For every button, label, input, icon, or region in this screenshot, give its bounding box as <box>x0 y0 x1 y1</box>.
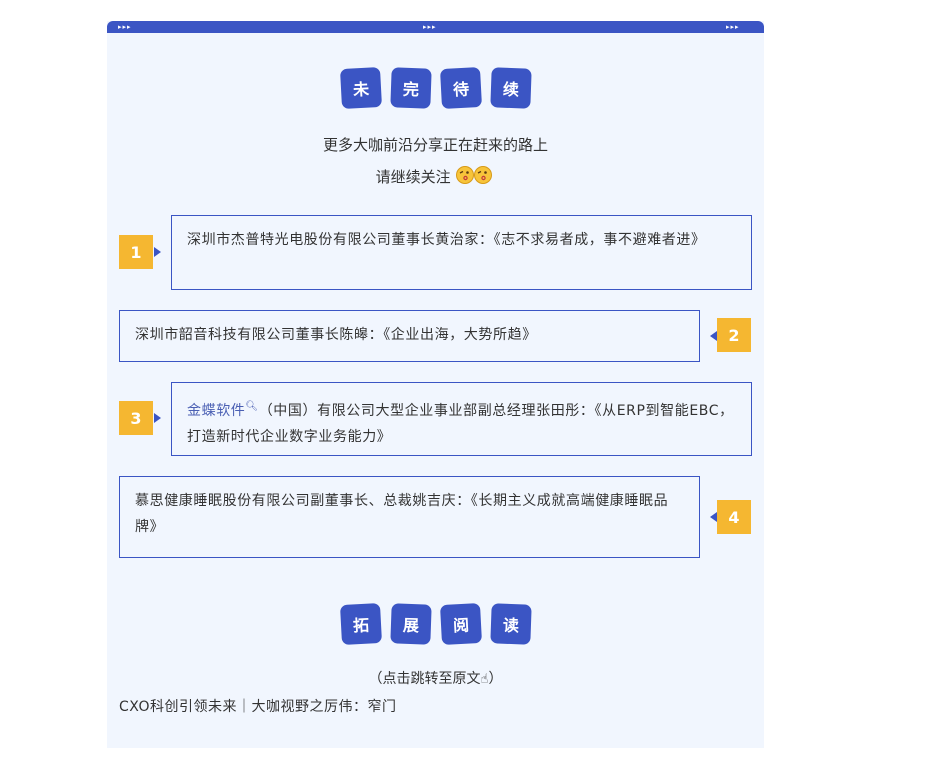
jump-hint: （点击跳转至原文☝） <box>107 668 764 688</box>
arrow-decor-center: ▸▸▸ <box>423 23 437 31</box>
jump-hint-prefix: （点击跳转至原文 <box>368 671 481 687</box>
heading-tile: 阅 <box>439 602 482 646</box>
arrow-decor-left: ▸▸▸ <box>118 23 132 31</box>
badge-pointer <box>710 331 717 341</box>
top-decor-bar: ▸▸▸ ▸▸▸ ▸▸▸ <box>107 21 764 33</box>
heading-tile: 未 <box>339 66 382 110</box>
article-item-4[interactable]: 慕思健康睡眠股份有限公司副董事长、总裁姚吉庆：《长期主义成就高端健康睡眠品牌》 <box>119 476 700 558</box>
arrow-decor-right: ▸▸▸ <box>726 23 740 31</box>
search-icon[interactable]: 🔍︎ <box>245 401 258 412</box>
badge-pointer <box>154 413 161 423</box>
item-number-badge: 2 <box>717 318 751 352</box>
badge-pointer <box>710 512 717 522</box>
article-item-text: 深圳市杰普特光电股份有限公司董事长黄治家：《志不求易者成，事不避难者进》 <box>187 232 706 248</box>
to-be-continued-heading: 未 完 待 续 <box>107 66 764 110</box>
heading-tile: 读 <box>489 603 532 645</box>
extended-reading-link[interactable]: CXO科创引领未来｜大咖视野之厉伟：窄门 <box>119 696 397 716</box>
article-item-text: （中国）有限公司大型企业事业部副总经理张田彤：《从ERP到智能EBC，打造新时代… <box>187 403 734 445</box>
wink-kiss-emoji-icon <box>455 165 495 189</box>
article-item-text: 慕思健康睡眠股份有限公司副董事长、总裁姚吉庆：《长期主义成就高端健康睡眠品牌》 <box>135 493 669 535</box>
item-number-badge: 1 <box>119 235 153 269</box>
article-item-text: 深圳市韶音科技有限公司董事长陈皞：《企业出海，大势所趋》 <box>135 327 537 343</box>
heading-tile: 续 <box>489 67 532 109</box>
article-card: ▸▸▸ ▸▸▸ ▸▸▸ 未 完 待 续 更多大咖前沿分享正在赶来的路上 请继续关… <box>107 21 764 748</box>
heading-tile: 待 <box>439 66 482 110</box>
kingdee-link[interactable]: 金蝶软件 <box>187 403 245 419</box>
jump-hint-suffix: ） <box>488 671 503 687</box>
intro-line-2: 请继续关注 <box>107 165 764 189</box>
article-item-3[interactable]: 金蝶软件🔍︎（中国）有限公司大型企业事业部副总经理张田彤：《从ERP到智能EBC… <box>171 382 752 456</box>
intro-line-2-text: 请继续关注 <box>375 168 451 186</box>
article-item-2[interactable]: 深圳市韶音科技有限公司董事长陈皞：《企业出海，大势所趋》 <box>119 310 700 362</box>
heading-tile: 拓 <box>339 602 382 646</box>
badge-pointer <box>154 247 161 257</box>
item-number-badge: 4 <box>717 500 751 534</box>
item-number-badge: 3 <box>119 401 153 435</box>
heading-tile: 展 <box>389 603 432 645</box>
article-item-1[interactable]: 深圳市杰普特光电股份有限公司董事长黄治家：《志不求易者成，事不避难者进》 <box>171 215 752 290</box>
heading-tile: 完 <box>389 67 432 109</box>
extended-reading-heading: 拓 展 阅 读 <box>107 602 764 646</box>
intro-line-1: 更多大咖前沿分享正在赶来的路上 <box>322 136 548 154</box>
